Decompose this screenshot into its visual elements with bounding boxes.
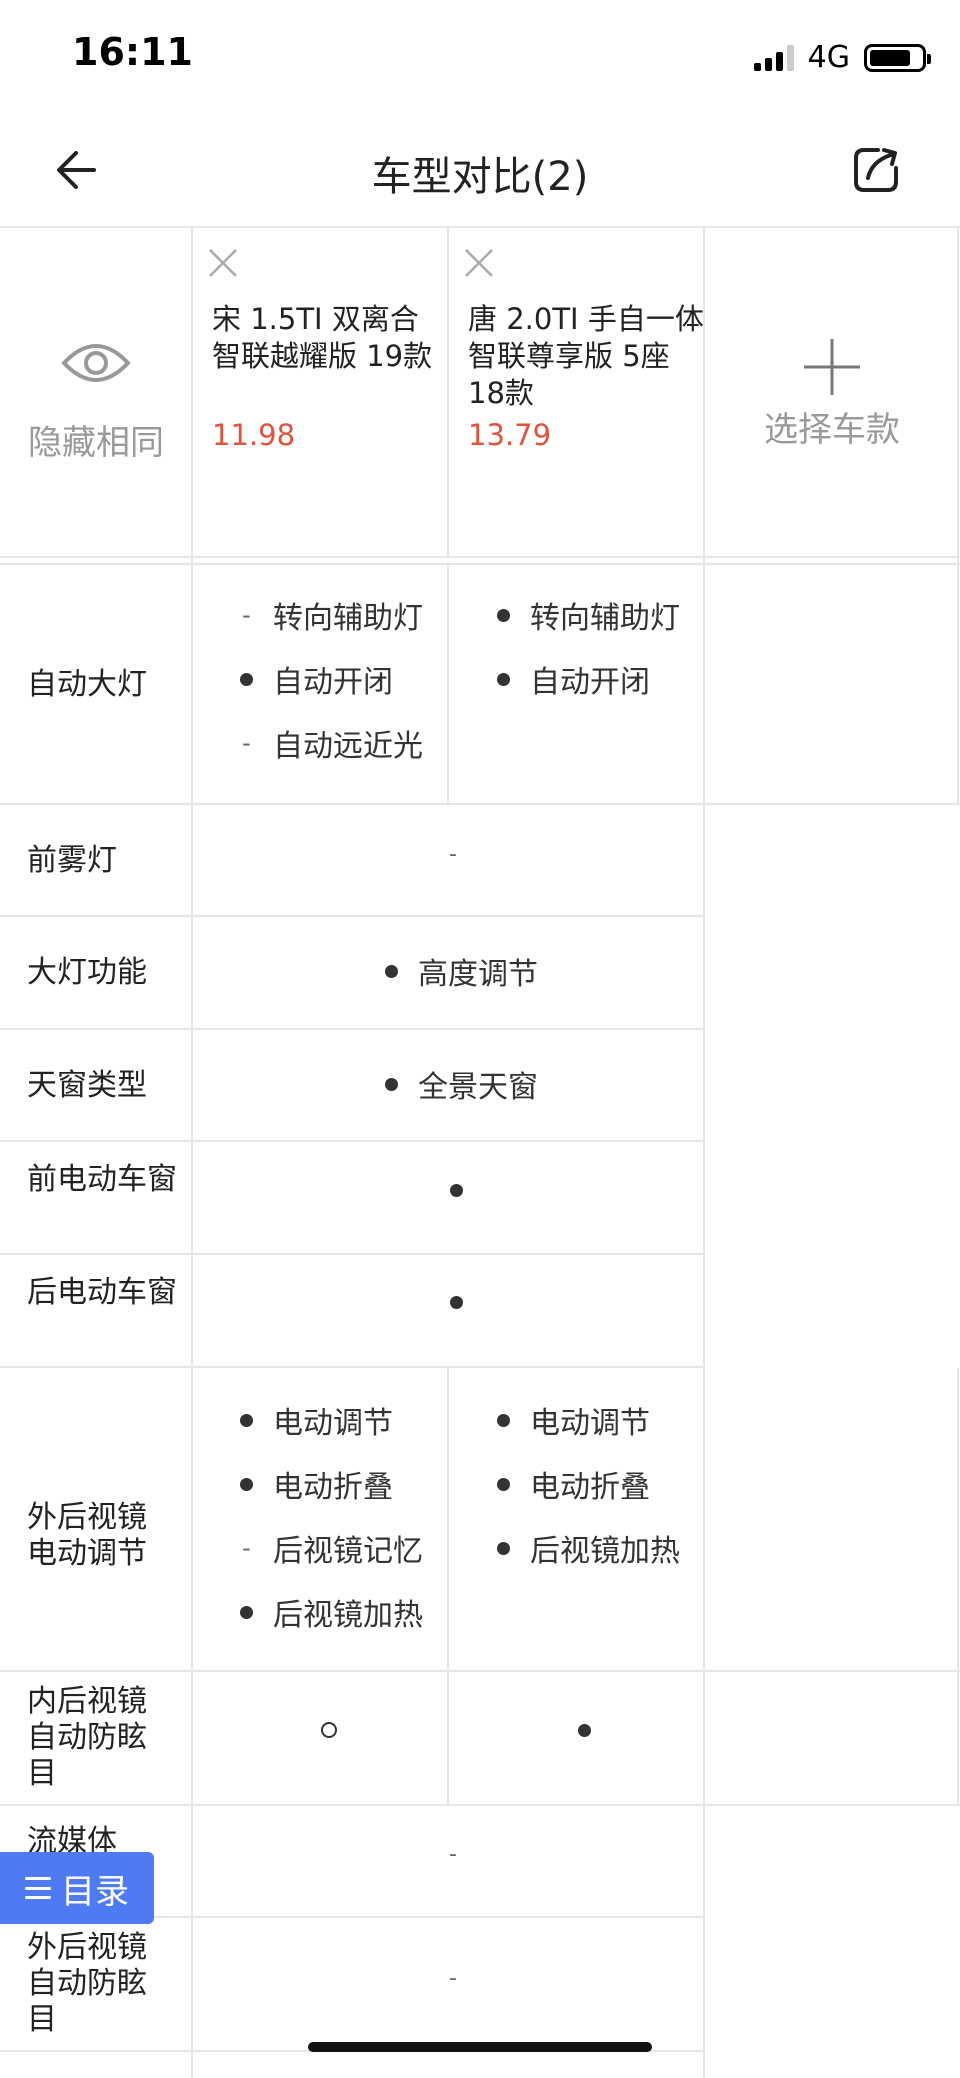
front-fog-value: - xyxy=(449,842,457,867)
eye-icon[interactable] xyxy=(60,335,132,391)
inner-mirror-car-1-value xyxy=(321,1722,337,1738)
row-label-mirror-adjust: 外后视镜电动调节 xyxy=(27,1500,147,1571)
share-icon[interactable] xyxy=(848,142,904,198)
menu-icon xyxy=(25,1877,51,1899)
home-indicator[interactable] xyxy=(308,2042,652,2052)
list-item: - 自动远近光 xyxy=(242,729,423,764)
page-title: 车型对比(2) xyxy=(371,154,589,200)
car-1-name: 宋 1.5TI 双离合 智联越耀版 19款 xyxy=(212,302,433,373)
signal-icon xyxy=(753,44,794,71)
list-item: 后视镜加热 xyxy=(497,1526,680,1570)
headlight-function-value: 高度调节 xyxy=(385,949,538,993)
front-window-value xyxy=(450,1184,463,1197)
row-label-outer-mirror-antiglare: 外后视镜自动防眩目 xyxy=(27,1930,147,2037)
sunroof-value: 全景天窗 xyxy=(385,1062,538,1106)
row-label-auto-headlight: 自动大灯 xyxy=(27,667,147,702)
hide-same-button[interactable]: 隐藏相同 xyxy=(0,415,192,464)
select-car-button[interactable]: 选择车款 xyxy=(704,402,960,451)
inner-mirror-car-2-value xyxy=(578,1724,591,1737)
list-item: 自动开闭 xyxy=(240,657,393,701)
list-item: 转向辅助灯 xyxy=(497,593,680,637)
network-type: 4G xyxy=(807,40,850,75)
car-1-price: 11.98 xyxy=(212,418,296,452)
row-label-front-fog: 前雾灯 xyxy=(27,843,117,878)
remove-car-1-close-icon[interactable] xyxy=(206,246,240,280)
outer-mirror-antiglare-value: - xyxy=(449,1966,457,1991)
car-2-price: 13.79 xyxy=(468,418,552,452)
streaming-value: - xyxy=(449,1842,457,1867)
status-indicators: 4G xyxy=(753,40,931,75)
add-car-plus-icon[interactable] xyxy=(800,335,864,399)
list-item: 电动折叠 xyxy=(497,1462,650,1506)
row-label-sunroof: 天窗类型 xyxy=(27,1068,147,1103)
battery-icon xyxy=(864,43,931,72)
status-time: 16:11 xyxy=(72,30,193,74)
catalog-button[interactable]: 目录 xyxy=(0,1852,154,1924)
list-item: 电动调节 xyxy=(497,1398,650,1442)
list-item: - 后视镜记忆 xyxy=(242,1534,423,1569)
car-2-name: 唐 2.0TI 手自一体 智联尊享版 5座 18款 xyxy=(468,302,704,410)
list-item: - 转向辅助灯 xyxy=(242,601,423,636)
list-item: 电动折叠 xyxy=(240,1462,393,1506)
row-label-inner-mirror: 内后视镜自动防眩目 xyxy=(27,1684,147,1791)
catalog-label: 目录 xyxy=(61,1871,129,1912)
row-label-front-window: 前电动车窗 xyxy=(27,1162,177,1197)
list-item: 电动调节 xyxy=(240,1398,393,1442)
row-label-rear-window: 后电动车窗 xyxy=(27,1275,177,1310)
list-item: 自动开闭 xyxy=(497,657,650,701)
row-label-headlight-function: 大灯功能 xyxy=(27,955,147,990)
remove-car-2-close-icon[interactable] xyxy=(462,246,496,280)
list-item: 后视镜加热 xyxy=(240,1590,423,1634)
rear-window-value xyxy=(450,1296,463,1309)
